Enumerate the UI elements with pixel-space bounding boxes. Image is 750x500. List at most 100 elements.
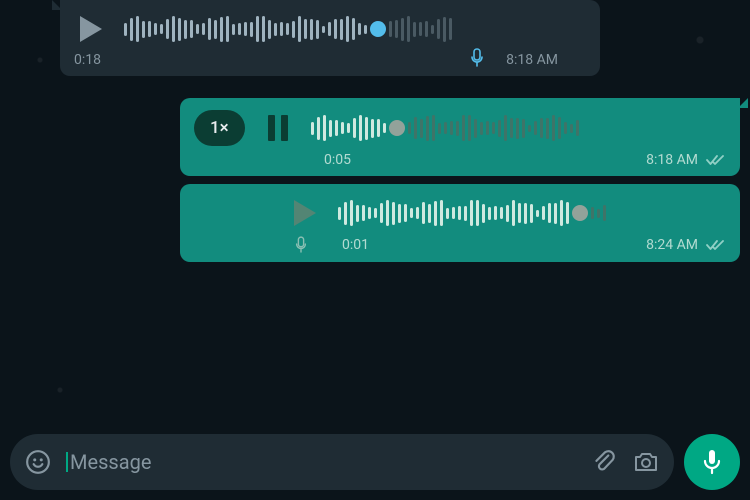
waveform-bar	[444, 122, 447, 134]
message-input-placeholder: Message	[66, 450, 576, 474]
read-receipt-icon	[706, 153, 726, 167]
waveform-bar	[395, 20, 398, 38]
play-button[interactable]	[74, 12, 108, 46]
play-icon	[80, 16, 102, 42]
waveform-bar	[329, 120, 332, 137]
message-input-bar: Message	[10, 434, 740, 490]
microphone-icon	[700, 448, 724, 476]
emoji-button[interactable]	[24, 448, 52, 476]
waveform-bar	[443, 17, 446, 42]
waveform-bar	[368, 207, 371, 219]
waveform-bar	[352, 18, 355, 40]
waveform-bar	[232, 24, 235, 35]
waveform-bar	[576, 120, 579, 136]
waveform-bar	[392, 202, 395, 225]
waveform-bar	[474, 119, 477, 138]
waveform[interactable]	[124, 14, 452, 44]
playback-thumb[interactable]	[389, 120, 405, 136]
playback-thumb[interactable]	[572, 205, 588, 221]
waveform-bar	[428, 204, 431, 223]
waveform-bar	[383, 123, 386, 133]
waveform-bar	[510, 118, 513, 138]
play-icon	[294, 200, 316, 226]
waveform[interactable]	[338, 198, 606, 228]
playback-speed-button[interactable]: 1×	[194, 110, 245, 146]
waveform-bar	[425, 21, 428, 37]
waveform-bar	[504, 115, 507, 141]
waveform-bar	[148, 21, 151, 37]
waveform-bar	[214, 20, 217, 39]
waveform-bar	[524, 203, 527, 224]
waveform-bar	[178, 18, 181, 41]
waveform-bar	[416, 207, 419, 219]
waveform-bar	[597, 209, 600, 218]
waveform-bar	[142, 21, 145, 38]
waveform-bar	[432, 115, 435, 141]
voice-heard-icon	[292, 236, 310, 254]
waveform[interactable]	[311, 113, 579, 143]
record-voice-button[interactable]	[684, 434, 740, 490]
waveform-bar	[244, 22, 247, 36]
waveform-bar	[364, 25, 367, 34]
waveform-bar	[516, 118, 519, 139]
waveform-bar	[464, 206, 467, 221]
voice-message-incoming[interactable]: 0:18 8:18 AM	[60, 0, 600, 76]
waveform-bar	[322, 26, 325, 33]
playback-speed-label: 1×	[210, 118, 229, 138]
waveform-bar	[462, 115, 465, 141]
waveform-bar	[350, 200, 353, 226]
play-button[interactable]	[288, 196, 322, 230]
waveform-bar	[480, 122, 483, 135]
waveform-bar	[446, 208, 449, 219]
waveform-bar	[470, 200, 473, 226]
waveform-bar	[458, 206, 461, 220]
waveform-bar	[280, 22, 283, 36]
paperclip-icon	[591, 449, 617, 475]
waveform-bar	[316, 20, 319, 39]
waveform-bar	[413, 22, 416, 37]
voice-message-outgoing[interactable]: 1× 0:05 8:18 AM	[180, 98, 740, 176]
waveform-bar	[603, 205, 606, 221]
waveform-bar	[389, 21, 392, 37]
waveform-bar	[190, 20, 193, 38]
elapsed-time: 0:18	[74, 52, 101, 68]
waveform-bar	[250, 22, 253, 37]
waveform-bar	[542, 206, 545, 220]
voice-message-outgoing[interactable]: 0:01 8:24 AM	[180, 184, 740, 262]
waveform-bar	[450, 121, 453, 135]
message-input-field[interactable]: Message	[10, 434, 674, 490]
pause-button[interactable]	[261, 111, 295, 145]
waveform-bar	[347, 123, 350, 133]
waveform-bar	[292, 21, 295, 38]
waveform-bar	[304, 19, 307, 39]
waveform-bar	[154, 23, 157, 35]
waveform-bar	[530, 204, 533, 223]
waveform-bar	[506, 205, 509, 222]
emoji-icon	[25, 449, 51, 475]
attach-button[interactable]	[590, 448, 618, 476]
message-row: 0:18 8:18 AM	[10, 0, 740, 76]
waveform-bar	[374, 208, 377, 218]
waveform-bar	[404, 204, 407, 222]
waveform-bar	[358, 23, 361, 35]
waveform-bar	[558, 117, 561, 139]
waveform-bar	[172, 16, 175, 42]
waveform-bar	[419, 22, 422, 36]
playback-thumb[interactable]	[370, 21, 386, 37]
chat-scroll-area[interactable]: 0:18 8:18 AM 1× 0:05 8:18 AM	[0, 0, 750, 500]
waveform-bar	[371, 119, 374, 138]
waveform-bar	[356, 205, 359, 222]
waveform-bar	[317, 117, 320, 140]
waveform-bar	[512, 200, 515, 226]
waveform-bar	[476, 200, 479, 226]
elapsed-time: 0:01	[342, 237, 369, 253]
waveform-bar	[492, 122, 495, 134]
waveform-bar	[341, 122, 344, 134]
waveform-bar	[344, 202, 347, 225]
waveform-bar	[310, 19, 313, 40]
waveform-bar	[548, 203, 551, 223]
waveform-bar	[220, 17, 223, 42]
voice-heard-icon	[468, 48, 486, 68]
camera-button[interactable]	[632, 448, 660, 476]
waveform-bar	[500, 207, 503, 219]
